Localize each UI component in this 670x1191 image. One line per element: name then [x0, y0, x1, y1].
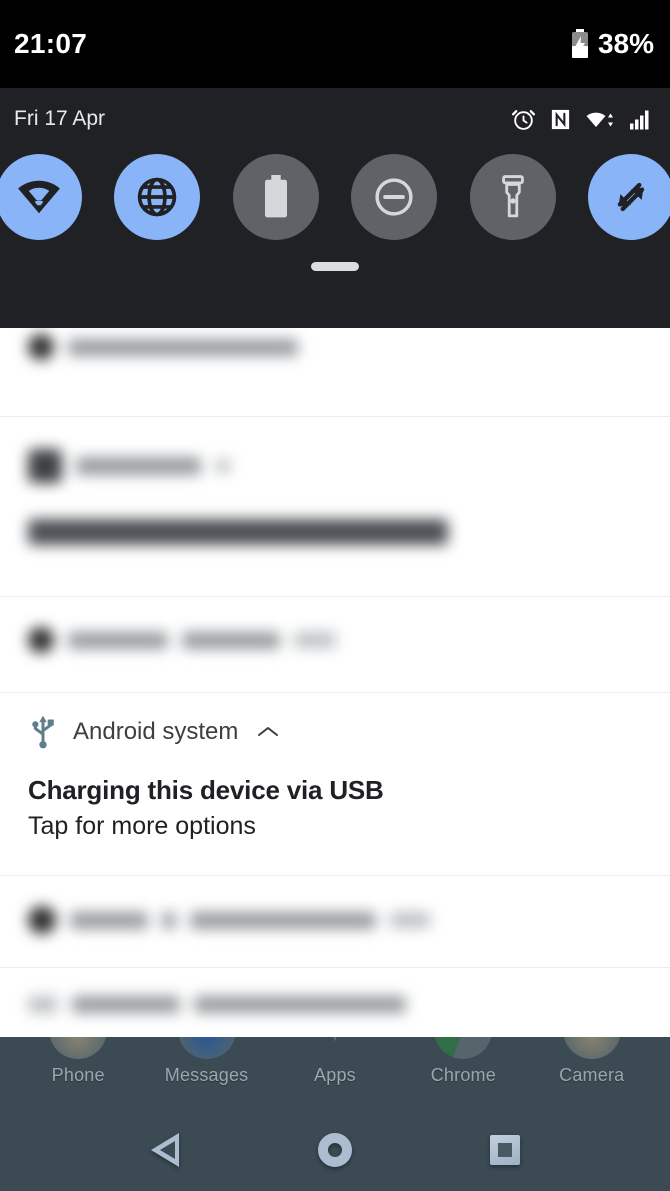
app-icon-redacted: [28, 449, 62, 483]
quick-settings-status-icons: [511, 107, 652, 132]
app-name-redacted: [76, 457, 201, 475]
notification-body: Tap for more options: [28, 812, 256, 840]
recents-square-icon: [490, 1135, 520, 1165]
rotate-icon: [617, 182, 645, 212]
channel-name-redacted: [194, 996, 406, 1013]
alarm-icon: [511, 109, 536, 130]
notification-app-name: Android system: [73, 718, 239, 745]
channel-name-redacted: [182, 631, 280, 649]
back-triangle-icon: [151, 1133, 179, 1167]
notification-header[interactable]: Android system: [0, 715, 670, 749]
android-system-usb-notification[interactable]: Android system Charging this device via …: [0, 692, 670, 875]
app-icon-redacted: [28, 334, 54, 360]
usb-icon: [32, 715, 54, 749]
dock-item-phone[interactable]: Phone: [26, 1001, 130, 1086]
app-name-redacted: [68, 338, 298, 356]
nav-home-button[interactable]: [307, 1122, 363, 1178]
mobile-data-tile[interactable]: [114, 154, 201, 240]
wifi-tile[interactable]: [0, 154, 82, 240]
redacted-notification-top[interactable]: [0, 328, 670, 416]
dock: Phone Messages Apps Chrome Camera: [0, 1001, 670, 1109]
shade-drag-handle-area[interactable]: [0, 262, 670, 271]
status-bar-right: 38%: [569, 28, 654, 60]
app-name-redacted: [68, 631, 168, 649]
timestamp-redacted: [215, 458, 231, 474]
nav-back-button[interactable]: [137, 1122, 193, 1178]
auto-rotate-tile[interactable]: [587, 154, 670, 240]
notification-shade: 21:07 38% Fri 17 Apr Android system Char…: [0, 0, 670, 1037]
dnd-tile[interactable]: [351, 154, 438, 240]
dock-label-chrome: Chrome: [430, 1065, 496, 1085]
app-name-redacted: [72, 996, 180, 1013]
channel-name-redacted: [162, 911, 176, 929]
app-icon-redacted: [28, 906, 56, 934]
notification-list[interactable]: Android system Charging this device via …: [0, 328, 670, 1037]
navigation-bar: [0, 1109, 670, 1191]
minus-circle-icon: [375, 178, 413, 216]
quick-settings-panel: Fri 17 Apr: [0, 88, 670, 328]
status-bar: 21:07 38%: [0, 0, 670, 88]
home-circle-icon: [318, 1133, 352, 1167]
notification-title-redacted: [190, 911, 376, 929]
dock-item-camera[interactable]: Camera: [540, 1001, 644, 1086]
timestamp-redacted: [294, 632, 336, 648]
globe-icon: [138, 177, 177, 217]
status-bar-clock: 21:07: [14, 28, 88, 59]
dock-item-apps[interactable]: Apps: [283, 1001, 387, 1086]
dock-label-apps: Apps: [314, 1065, 356, 1085]
wifi-icon: [18, 180, 60, 214]
nav-recents-button[interactable]: [477, 1122, 533, 1178]
timestamp-redacted: [390, 912, 430, 928]
quick-settings-tiles: [0, 154, 670, 240]
signal-icon: [630, 110, 649, 129]
dock-item-messages[interactable]: Messages: [155, 1001, 259, 1086]
flashlight-icon: [501, 175, 524, 218]
dock-item-chrome[interactable]: Chrome: [411, 1001, 515, 1086]
dock-label-phone: Phone: [51, 1065, 105, 1085]
app-name-redacted: [70, 911, 148, 929]
app-icon-redacted: [28, 996, 58, 1013]
battery-saver-tile[interactable]: [232, 154, 319, 240]
redacted-notification-background-app[interactable]: [0, 416, 670, 596]
redacted-notification-google[interactable]: [0, 875, 670, 967]
notification-title: Charging this device via USB: [28, 775, 384, 805]
android-notification-shade-screen: Phone Messages Apps Chrome Camera 21:07 …: [0, 0, 670, 1191]
battery-percentage: 38%: [597, 28, 654, 59]
battery-charging-icon: [571, 29, 588, 58]
chevron-up-icon[interactable]: [257, 725, 279, 739]
redacted-notification-android[interactable]: [0, 596, 670, 692]
dock-label-camera: Camera: [559, 1065, 625, 1085]
redacted-notification-settings[interactable]: [0, 967, 670, 1037]
nfc-icon: [551, 109, 570, 129]
flashlight-tile[interactable]: [469, 154, 556, 240]
battery-icon: [264, 175, 287, 218]
quick-settings-date: Fri 17 Apr: [14, 107, 106, 130]
app-icon-redacted: [28, 627, 54, 653]
wifi-icon: [586, 112, 613, 127]
dock-label-messages: Messages: [164, 1065, 249, 1085]
quick-settings-header: Fri 17 Apr: [0, 88, 670, 150]
notification-title-redacted: [28, 519, 448, 545]
drag-handle[interactable]: [311, 262, 359, 271]
